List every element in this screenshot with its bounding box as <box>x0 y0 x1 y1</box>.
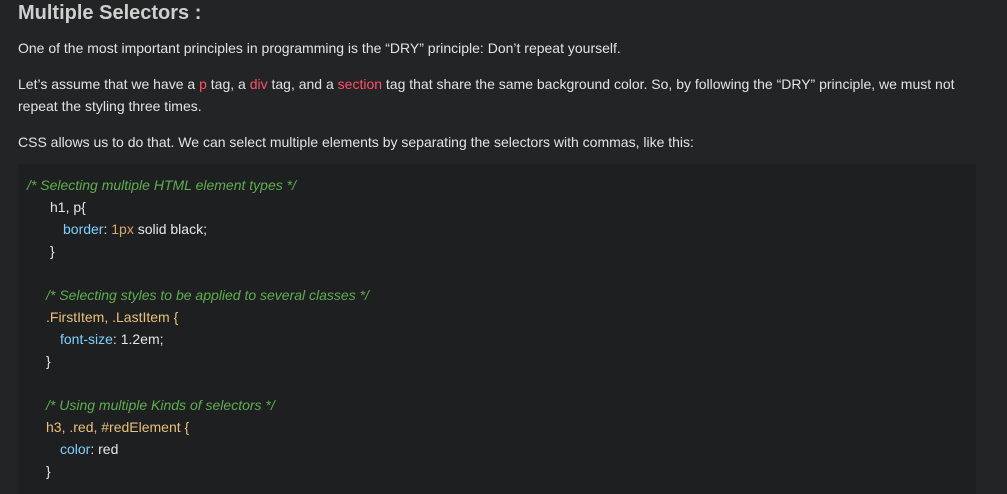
code-comment: /* Selecting multiple HTML element types… <box>27 177 296 193</box>
paragraph-dry-principle: One of the most important principles in … <box>18 40 621 56</box>
code-value: solid black; <box>133 221 207 237</box>
code-brace: } <box>50 243 55 259</box>
paragraph-css-commas: CSS allows us to do that. We can select … <box>18 134 694 150</box>
code-value: red <box>98 441 119 457</box>
code-property: font-size <box>60 331 113 347</box>
code-declaration: font-size: 1.2em; <box>60 330 164 348</box>
code-punctuation: : <box>90 441 99 457</box>
code-brace: } <box>46 353 51 369</box>
tag-section-highlight: section <box>337 76 383 92</box>
code-selector: h1, p{ <box>50 199 86 215</box>
code-block: /* Selecting multiple HTML element types… <box>18 164 976 494</box>
code-property: border <box>63 221 104 237</box>
code-property: color <box>60 441 91 457</box>
paragraph-text: tag, a <box>206 76 250 92</box>
code-comment: /* Using multiple Kinds of selectors */ <box>46 397 275 413</box>
code-number: 1px <box>111 221 134 237</box>
tag-p-highlight: p <box>199 76 207 92</box>
paragraph-text: Let’s assume that we have a <box>18 76 200 92</box>
code-punctuation: : <box>112 331 121 347</box>
paragraph-tags-example: Let’s assume that we have a p tag, a div… <box>18 73 978 117</box>
code-declaration: color: red <box>60 440 118 458</box>
tag-div-highlight: div <box>249 76 268 92</box>
code-selector: .FirstItem, .LastItem { <box>46 309 179 325</box>
code-brace: } <box>46 463 51 479</box>
code-declaration: border: 1px solid black; <box>63 220 207 238</box>
section-heading: Multiple Selectors : <box>18 2 202 24</box>
paragraph-text: tag, and a <box>267 76 338 92</box>
code-selector: h3, .red, #redElement { <box>46 419 190 435</box>
code-value: 1.2em; <box>120 331 164 347</box>
code-comment: /* Selecting styles to be applied to sev… <box>46 287 369 303</box>
